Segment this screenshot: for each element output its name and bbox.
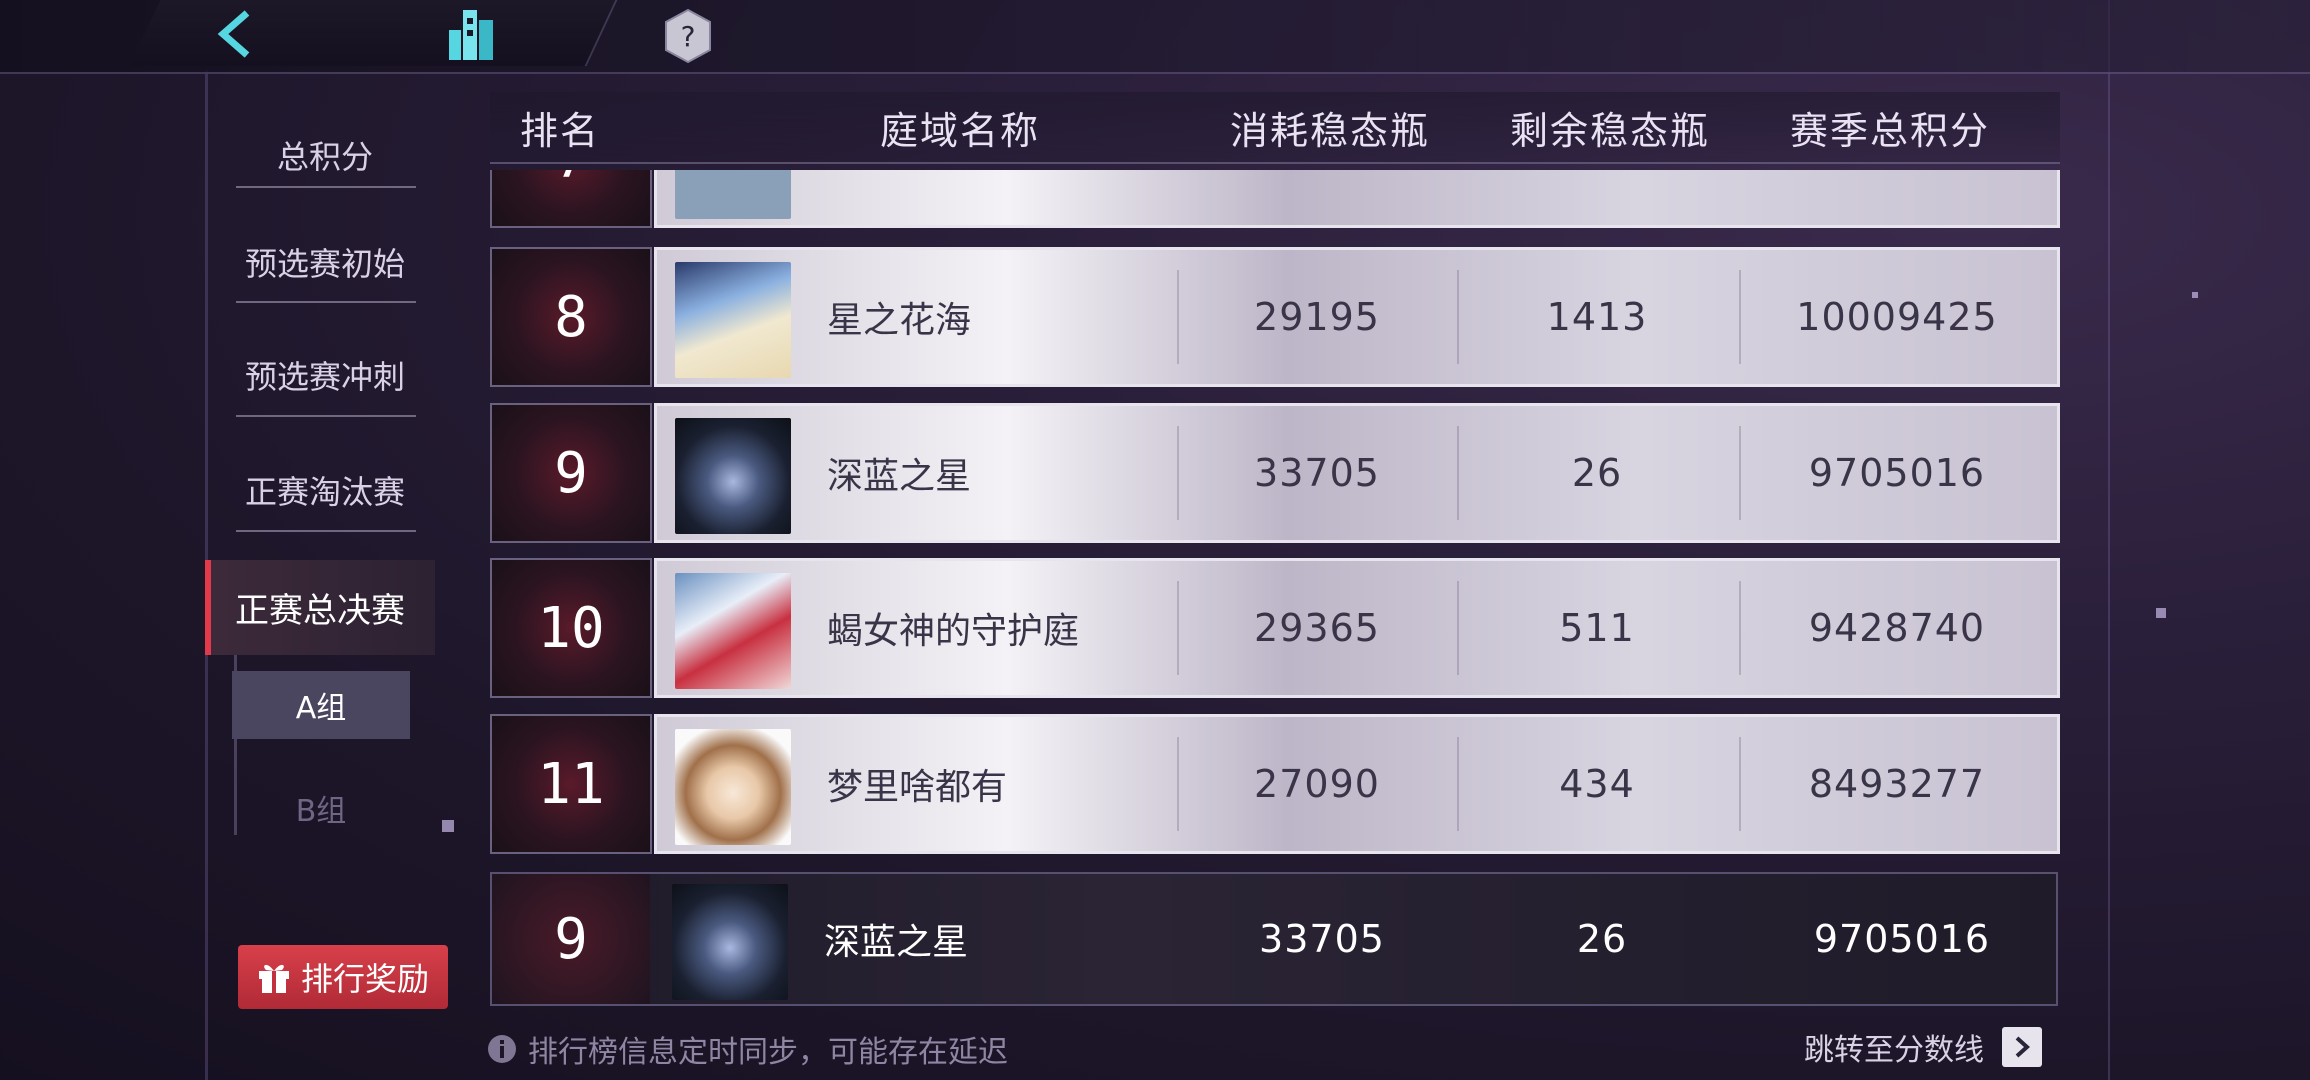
season-score-value: 8493277 xyxy=(1808,762,1986,806)
back-arrow-icon[interactable] xyxy=(205,4,265,64)
rank-cell: 7 xyxy=(490,170,652,228)
column-separator xyxy=(1457,581,1459,675)
consumed-value: 27090 xyxy=(1254,762,1380,806)
sync-note: 排行榜信息定时同步，可能存在延迟 xyxy=(486,1028,1008,1070)
group-b-tab[interactable]: B组 xyxy=(232,774,410,842)
row-body: 星之花海 29195 1413 10009425 xyxy=(654,247,2060,387)
chevron-right-icon xyxy=(2015,1036,2030,1058)
jump-button[interactable] xyxy=(2002,1027,2042,1067)
consumed-value: 33705 xyxy=(1254,451,1380,495)
header-rank: 排名 xyxy=(519,108,600,153)
domain-avatar xyxy=(675,418,791,534)
domain-name: 星之花海 xyxy=(827,300,972,341)
ranking-rewards-button[interactable]: 排行奖励 xyxy=(238,945,448,1009)
bg-sparkle xyxy=(2192,292,2198,298)
header-consumed: 消耗稳态瓶 xyxy=(1229,108,1430,153)
domain-avatar xyxy=(672,884,788,1000)
remaining-value: 434 xyxy=(1559,762,1635,806)
sync-note-text: 排行榜信息定时同步，可能存在延迟 xyxy=(528,1035,1008,1070)
top-bar: ? xyxy=(0,0,2310,74)
column-separator xyxy=(1457,270,1459,364)
header-season-score: 赛季总积分 xyxy=(1789,108,1990,153)
sidebar-item-label: 正赛淘汰赛 xyxy=(244,473,405,511)
remaining-value: 511 xyxy=(1559,606,1635,650)
sidebar-item-main-final-active[interactable]: 正赛总决赛 xyxy=(205,560,435,655)
table-row[interactable]: 9 深蓝之星 33705 26 9705016 xyxy=(490,403,2060,543)
domain-avatar xyxy=(675,573,791,689)
rank-cell: 8 xyxy=(490,247,652,387)
column-separator xyxy=(1177,581,1179,675)
column-separator xyxy=(1457,737,1459,831)
sidebar-item-prelim-sprint[interactable]: 预选赛冲刺 xyxy=(200,320,450,430)
sidebar-item-label: 预选赛冲刺 xyxy=(244,358,405,396)
city-buildings-icon[interactable] xyxy=(440,2,504,66)
rank-cell: 10 xyxy=(490,558,652,698)
domain-name: 深蓝之星 xyxy=(827,456,972,497)
bg-decor-line xyxy=(2108,0,2110,1080)
domain-name: 蝎女神的守护庭 xyxy=(827,611,1080,652)
my-ranking-row[interactable]: 9 深蓝之星 33705 26 9705016 xyxy=(490,872,2058,1006)
column-separator xyxy=(1457,426,1459,520)
sidebar-item-label: 总积分 xyxy=(276,138,373,176)
season-score-value: 10009425 xyxy=(1796,295,1998,339)
sidebar-item-label: 正赛总决赛 xyxy=(235,591,405,631)
season-score-value: 9428740 xyxy=(1808,606,1986,650)
season-score-value: 9705016 xyxy=(1813,917,1991,961)
consumed-value: 29195 xyxy=(1254,295,1380,339)
bg-sparkle xyxy=(442,820,454,832)
column-separator xyxy=(1177,426,1179,520)
row-body xyxy=(654,170,2060,228)
gift-icon xyxy=(258,964,289,993)
row-body: 蝎女神的守护庭 29365 511 9428740 xyxy=(654,558,2060,698)
table-header: 排名 庭域名称 消耗稳态瓶 剩余稳态瓶 赛季总积分 xyxy=(490,92,2060,164)
group-a-tab[interactable]: A组 xyxy=(232,671,410,739)
domain-name: 深蓝之星 xyxy=(824,922,969,963)
row-body: 深蓝之星 33705 26 9705016 xyxy=(654,403,2060,543)
column-separator xyxy=(1739,581,1741,675)
ranking-list[interactable]: 7 8 星之花海 29195 1413 10009425 9 深蓝之星 3370… xyxy=(490,170,2060,860)
header-domain-name: 庭域名称 xyxy=(879,108,1040,153)
info-icon xyxy=(488,1035,516,1063)
column-separator xyxy=(1739,426,1741,520)
column-separator xyxy=(1739,270,1741,364)
remaining-value: 1413 xyxy=(1546,295,1648,339)
column-separator xyxy=(1739,737,1741,831)
table-row[interactable]: 11 梦里啥都有 27090 434 8493277 xyxy=(490,714,2060,854)
nav-divider xyxy=(236,186,416,188)
sidebar-item-total-score[interactable]: 总积分 xyxy=(200,100,450,210)
season-score-value: 9705016 xyxy=(1808,451,1986,495)
table-row[interactable]: 8 星之花海 29195 1413 10009425 xyxy=(490,247,2060,387)
row-body: 梦里啥都有 27090 434 8493277 xyxy=(654,714,2060,854)
domain-avatar xyxy=(675,170,791,219)
reward-button-label: 排行奖励 xyxy=(300,960,429,998)
column-separator xyxy=(1177,270,1179,364)
sidebar-item-main-knockout[interactable]: 正赛淘汰赛 xyxy=(200,435,450,545)
rank-cell: 9 xyxy=(490,403,652,543)
nav-divider xyxy=(236,530,416,532)
consumed-value: 33705 xyxy=(1259,917,1385,961)
domain-avatar xyxy=(675,262,791,378)
group-label: A组 xyxy=(295,691,347,726)
bg-sparkle xyxy=(2156,608,2166,618)
domain-avatar xyxy=(675,729,791,845)
help-label: ? xyxy=(681,20,696,53)
nav-divider xyxy=(236,301,416,303)
consumed-value: 29365 xyxy=(1254,606,1380,650)
rank-cell: 9 xyxy=(492,874,650,1004)
jump-to-cutoff[interactable]: 跳转至分数线 xyxy=(1804,1025,2042,1069)
table-row[interactable]: 7 xyxy=(490,170,2060,228)
rank-cell: 11 xyxy=(490,714,652,854)
remaining-value: 26 xyxy=(1571,451,1623,495)
table-row[interactable]: 10 蝎女神的守护庭 29365 511 9428740 xyxy=(490,558,2060,698)
group-label: B组 xyxy=(295,794,347,829)
column-separator xyxy=(1177,737,1179,831)
help-hexagon-icon[interactable]: ? xyxy=(660,8,716,64)
nav-divider xyxy=(236,415,416,417)
remaining-value: 26 xyxy=(1576,917,1628,961)
domain-name: 梦里啥都有 xyxy=(827,767,1008,808)
header-remaining: 剩余稳态瓶 xyxy=(1509,108,1710,153)
jump-label: 跳转至分数线 xyxy=(1804,1033,1984,1068)
sidebar-item-label: 预选赛初始 xyxy=(244,245,405,283)
